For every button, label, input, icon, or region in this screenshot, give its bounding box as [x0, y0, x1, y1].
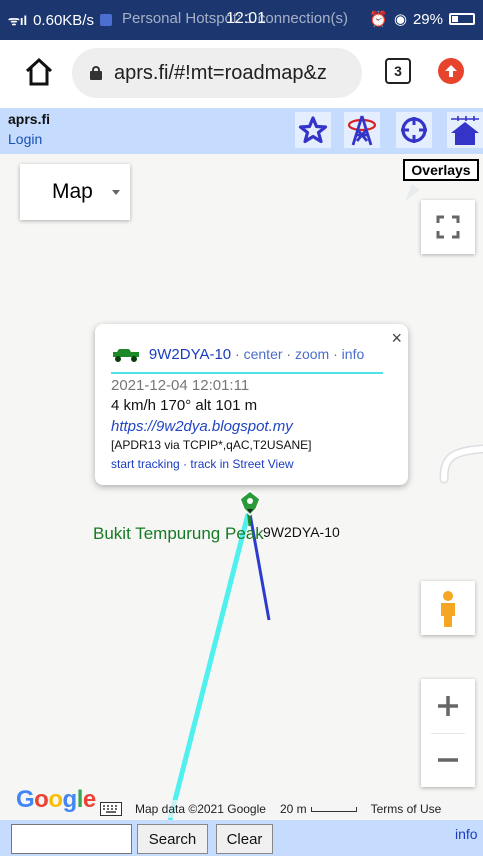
- battery-icon: [449, 13, 475, 25]
- overlays-button[interactable]: Overlays: [403, 159, 479, 181]
- keyboard-shortcuts-button[interactable]: [100, 802, 122, 820]
- signal-icon: ᯤıl: [8, 13, 28, 28]
- separator: ·: [183, 457, 188, 471]
- clear-button[interactable]: Clear: [216, 824, 273, 854]
- home-location-button[interactable]: [447, 112, 483, 148]
- zoom-link[interactable]: zoom: [295, 346, 329, 362]
- info-title-row: 9W2DYA-10 · center · zoom · info: [111, 346, 364, 363]
- upload-button[interactable]: [438, 58, 464, 84]
- home-button[interactable]: [22, 55, 56, 89]
- arrow-up-icon: [445, 65, 457, 77]
- station-label: 9W2DYA-10: [263, 524, 340, 540]
- app-notification-icon: [99, 14, 112, 26]
- map-type-dropdown[interactable]: Map: [20, 164, 130, 220]
- star-icon: [298, 116, 328, 144]
- separator: ·: [333, 346, 338, 362]
- search-input[interactable]: [11, 824, 132, 854]
- search-button[interactable]: Search: [137, 824, 208, 854]
- site-header: aprs.fi Login: [0, 108, 483, 154]
- separator: ·: [286, 346, 292, 362]
- fullscreen-button[interactable]: [421, 200, 475, 254]
- callsign-link[interactable]: 9W2DYA-10: [149, 346, 231, 363]
- url-text: aprs.fi/#!mt=roadmap&z: [114, 61, 327, 84]
- place-label: Bukit Tempurung Peak: [93, 524, 264, 543]
- start-tracking-link[interactable]: start tracking: [111, 457, 180, 471]
- keyboard-icon: [100, 802, 122, 816]
- pegman-icon: [441, 591, 455, 627]
- tab-switcher-button[interactable]: 3: [385, 58, 411, 84]
- battery-percent: 29%: [412, 10, 443, 28]
- jeep-icon: [113, 349, 139, 363]
- station-info-window: × 9W2DYA-10 · center · zoom · info 2021-…: [95, 324, 408, 485]
- zoom-in-button[interactable]: [421, 679, 475, 733]
- scale-bar: [310, 806, 357, 812]
- alarm-icon: ⏰: [369, 11, 388, 28]
- url-bar[interactable]: aprs.fi/#!mt=roadmap&z: [72, 48, 362, 98]
- antenna-tower-icon: [347, 115, 377, 146]
- info-actions: start tracking · track in Street View: [111, 457, 294, 471]
- status-right: ⏰ ◉ 29%: [369, 10, 475, 28]
- road-curve: [438, 439, 483, 489]
- terms-link[interactable]: Terms of Use: [371, 802, 442, 816]
- site-name: aprs.fi: [8, 111, 51, 127]
- google-logo: Google: [16, 786, 96, 813]
- station-symbol-icon: [239, 490, 261, 517]
- lock-icon: [90, 66, 102, 80]
- info-path: [APDR13 via TCPIP*,qAC,T2USANE]: [111, 438, 312, 452]
- center-link[interactable]: center: [244, 346, 283, 362]
- info-page-link[interactable]: info: [455, 826, 478, 842]
- eye-comfort-icon: ◉: [393, 11, 407, 28]
- info-link[interactable]: info: [342, 346, 365, 362]
- info-divider: [111, 372, 383, 374]
- locate-button[interactable]: [396, 112, 432, 148]
- digipeaters-button[interactable]: [344, 112, 380, 148]
- street-view-link[interactable]: track in Street View: [190, 457, 293, 471]
- search-bar: Search Clear info: [0, 820, 483, 856]
- chevron-down-icon: [112, 190, 120, 195]
- fullscreen-icon: [436, 215, 460, 239]
- network-speed: 0.60KB/s: [33, 11, 94, 29]
- station-marker[interactable]: [234, 487, 266, 524]
- minus-icon: [438, 758, 458, 762]
- screen: ᯤıl 0.60KB/s Personal Hotspot: 1 connect…: [0, 0, 483, 856]
- zoom-control: [421, 679, 475, 787]
- road-fragment: [405, 184, 420, 201]
- info-speed: 4 km/h 170° alt 101 m: [111, 397, 258, 414]
- info-website-link[interactable]: https://9w2dya.blogspot.my: [111, 418, 293, 435]
- map-attribution: Map data ©2021 Google 20 m Terms of Use: [135, 800, 483, 818]
- status-bar: ᯤıl 0.60KB/s Personal Hotspot: 1 connect…: [0, 0, 483, 40]
- separator: ·: [235, 346, 240, 362]
- street-view-pegman[interactable]: [421, 581, 475, 635]
- house-antenna-icon: [451, 116, 479, 145]
- close-icon[interactable]: ×: [391, 328, 402, 349]
- home-icon: [25, 57, 53, 86]
- scale-text: 20 m: [279, 802, 307, 816]
- info-timestamp: 2021-12-04 12:01:11: [111, 377, 250, 394]
- clock: 12:01: [226, 10, 267, 27]
- map-type-label: Map: [52, 180, 93, 203]
- map-canvas[interactable]: Map Overlays × 9W2DYA-10 · center · zoom…: [0, 154, 483, 820]
- favorites-button[interactable]: [295, 112, 331, 148]
- browser-toolbar: aprs.fi/#!mt=roadmap&z 3: [0, 40, 483, 108]
- login-link[interactable]: Login: [8, 131, 42, 147]
- map-data-text: Map data ©2021 Google: [135, 802, 266, 816]
- crosshair-icon: [401, 117, 427, 143]
- plus-icon: [438, 696, 458, 716]
- track-line-cyan: [167, 513, 251, 820]
- zoom-out-button[interactable]: [421, 733, 475, 787]
